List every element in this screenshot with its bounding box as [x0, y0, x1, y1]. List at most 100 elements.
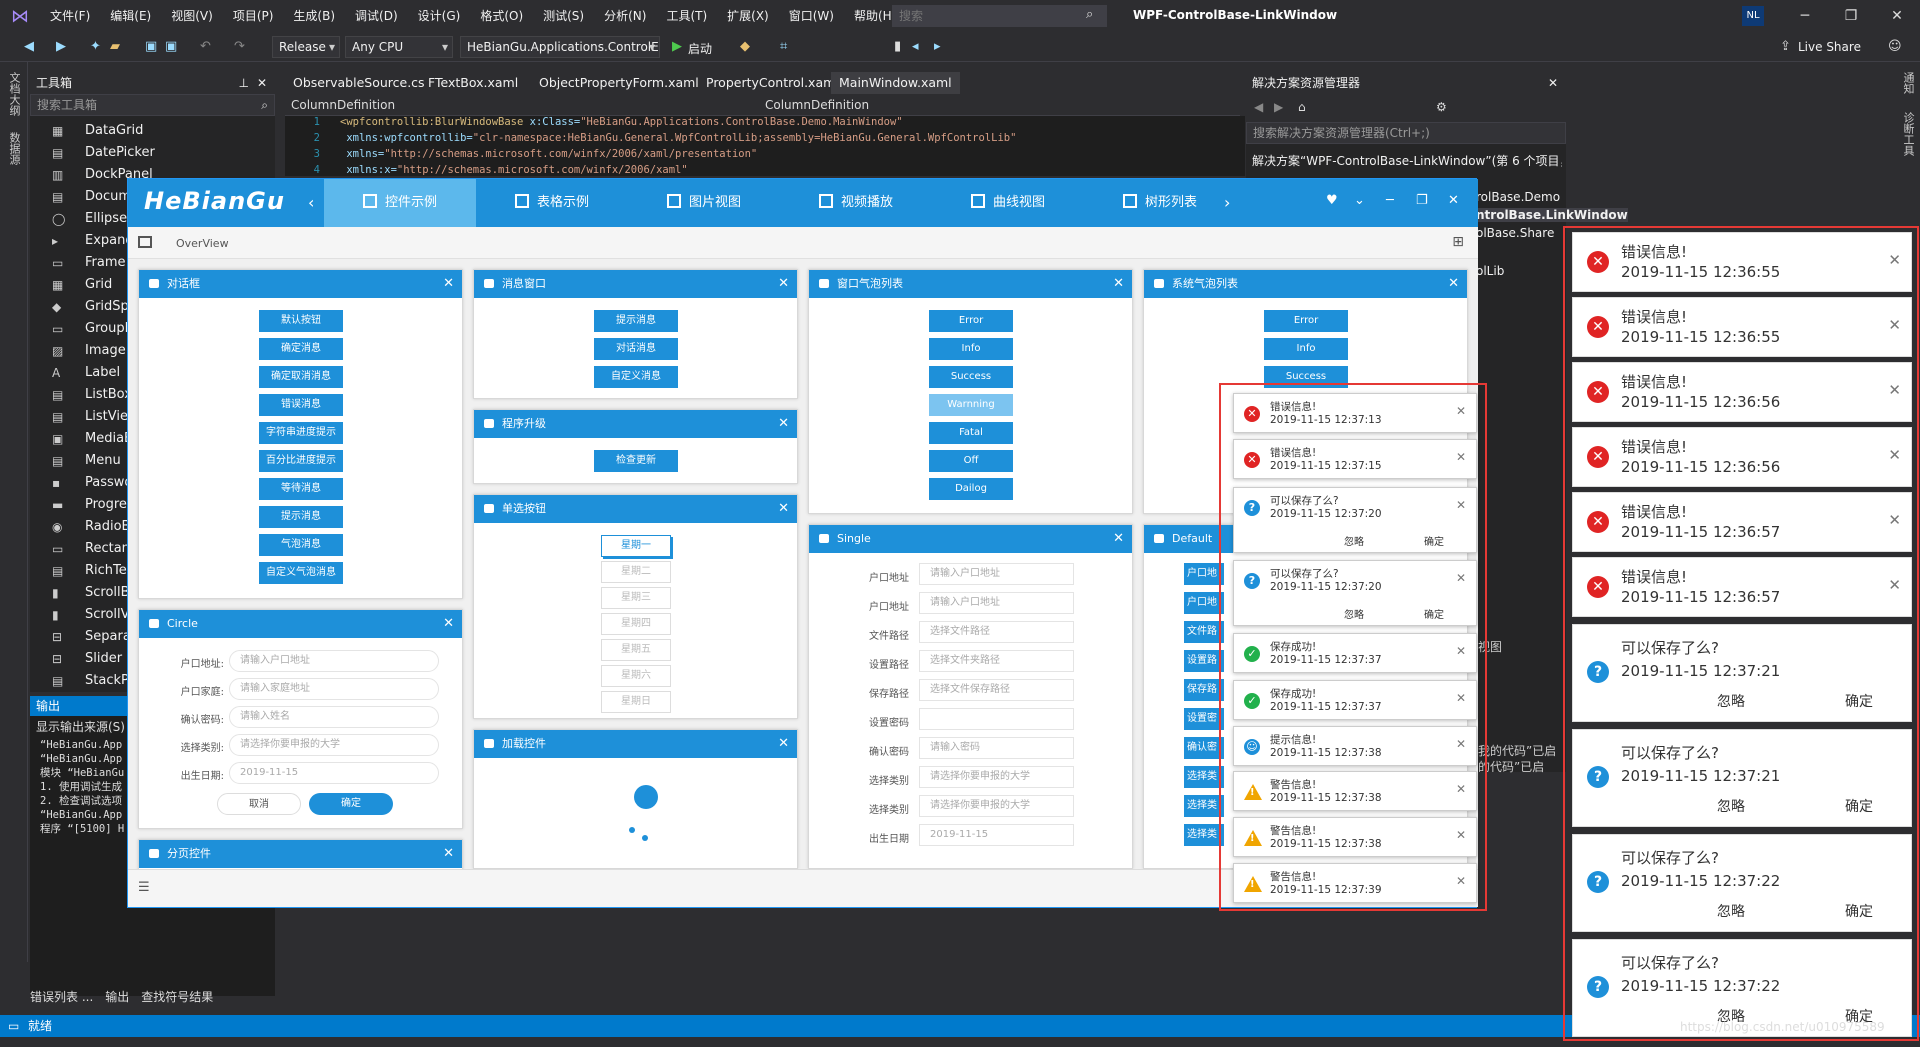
radio-option[interactable]: 星期日 [601, 691, 671, 713]
form-input[interactable]: 请输入姓名 [229, 706, 439, 728]
tab-5[interactable]: 树形列表 [1084, 179, 1236, 227]
close-icon[interactable]: ✕ [1448, 193, 1459, 208]
ok-button[interactable]: 确定 [1424, 533, 1444, 548]
form-input[interactable]: 请输入户口地址 [229, 650, 439, 672]
document-outline-tab[interactable]: 文档大纲 [6, 72, 22, 116]
close-icon[interactable]: ✕ [1888, 446, 1901, 464]
dialog-button[interactable]: 自定义气泡消息 [259, 562, 343, 584]
theme-icon[interactable]: ♥ [1326, 193, 1338, 208]
minimize-icon[interactable]: ─ [1782, 0, 1828, 32]
solution-root[interactable]: 解决方案“WPF-ControlBase-LinkWindow”(第 6 个项目… [1252, 152, 1562, 169]
vs-search-input[interactable] [892, 5, 1107, 27]
close-icon[interactable]: ✕ [1456, 782, 1466, 796]
form-input[interactable]: 选择文件保存路径 [919, 679, 1074, 701]
ignore-button[interactable]: 忽略 [1717, 691, 1745, 711]
toolbox-item[interactable]: ▤ DatePicker [30, 142, 275, 164]
cancel-button[interactable]: 取消 [217, 793, 301, 815]
project-item[interactable]: olBase.Share [1476, 226, 1554, 240]
dialog-button[interactable]: 提示消息 [259, 506, 343, 528]
close-icon[interactable]: ✕ [1456, 404, 1466, 418]
bubble-button[interactable]: Info [929, 338, 1013, 360]
editor-tab[interactable]: PropertyControl.xaml [698, 72, 847, 94]
back-icon[interactable]: ◀ [24, 39, 34, 54]
xaml-tools-icon[interactable]: ⌗ [780, 39, 787, 54]
close-icon[interactable]: ✕ [1456, 691, 1466, 705]
close-icon[interactable]: ✕ [1888, 381, 1901, 399]
tab-4[interactable]: 曲线视图 [932, 179, 1084, 227]
radio-option[interactable]: 星期三 [601, 587, 671, 609]
forward-icon[interactable]: ▶ [56, 39, 66, 54]
close-icon[interactable]: ✕ [1113, 270, 1124, 298]
tab-1[interactable]: 表格示例 [476, 179, 628, 227]
ok-button[interactable]: 确定 [1845, 691, 1873, 711]
close-icon[interactable]: ✕ [1113, 525, 1124, 553]
tab-2[interactable]: 图片视图 [628, 179, 780, 227]
tab-3[interactable]: 视频播放 [780, 179, 932, 227]
radio-option[interactable]: 星期六 [601, 665, 671, 687]
dialog-button[interactable]: 等待消息 [259, 478, 343, 500]
close-icon[interactable]: ✕ [1448, 270, 1459, 298]
close-icon[interactable]: ✕ [443, 270, 454, 298]
bookmark-next-icon[interactable]: ▸ [934, 39, 941, 54]
notifications-tab[interactable]: 通知 [1900, 72, 1916, 94]
platform-dropdown[interactable]: Any CPU [345, 36, 453, 58]
dialog-button[interactable]: 气泡消息 [259, 534, 343, 556]
bookmark-prev-icon[interactable]: ◂ [912, 39, 919, 54]
close-icon[interactable]: ✕ [1888, 576, 1901, 594]
config-dropdown[interactable]: Release [272, 36, 340, 58]
menu-item[interactable]: 视图(V) [161, 0, 223, 32]
menu-item[interactable]: 调试(D) [345, 0, 408, 32]
dialog-button[interactable]: 错误消息 [259, 394, 343, 416]
user-avatar[interactable]: NL [1742, 6, 1764, 26]
close-icon[interactable]: ✕ [1456, 450, 1466, 464]
redo-icon[interactable]: ↷ [234, 39, 245, 54]
form-input[interactable]: 请选择你要申报的大学 [229, 734, 439, 756]
minimize-icon[interactable]: ─ [1386, 193, 1394, 208]
save-all-icon[interactable]: ▣ [165, 39, 177, 54]
panel-close-icon[interactable]: ✕ [257, 72, 267, 94]
live-share-icon[interactable]: ⇪ [1780, 39, 1791, 54]
project-item-selected[interactable]: ntrolBase.LinkWindow [1476, 208, 1628, 222]
bubble-button[interactable]: Success [929, 366, 1013, 388]
menu-item[interactable]: 测试(S) [533, 0, 594, 32]
menu-icon[interactable]: ☰ [138, 880, 150, 895]
menu-item[interactable]: 文件(F) [40, 0, 100, 32]
close-icon[interactable]: ✕ [1456, 644, 1466, 658]
editor-tab[interactable]: FTextBox.xaml [420, 72, 526, 94]
undo-icon[interactable]: ↶ [200, 39, 211, 54]
project-item[interactable]: rolBase.Demo [1476, 190, 1560, 204]
system-bubble-button[interactable]: Info [1264, 338, 1348, 360]
menu-item[interactable]: 窗口(W) [779, 0, 844, 32]
data-sources-tab[interactable]: 数据源 [6, 132, 22, 165]
toolbox-search-input[interactable]: 搜索工具箱 ⌕ [30, 94, 275, 116]
start-icon[interactable]: ▶ [672, 39, 682, 54]
close-icon[interactable]: ✕ [1456, 571, 1466, 585]
editor-tab[interactable]: ObjectPropertyForm.xaml [531, 72, 707, 94]
ignore-button[interactable]: 忽略 [1344, 606, 1364, 621]
form-input[interactable]: 请输入密码 [919, 737, 1074, 759]
editor-tab[interactable]: MainWindow.xaml [831, 72, 960, 94]
confirm-button[interactable]: 确定 [309, 793, 393, 815]
radio-option[interactable]: 星期五 [601, 639, 671, 661]
startup-project-dropdown[interactable]: HeBianGu.Applications.ControlE [460, 36, 660, 58]
breadcrumb-right[interactable]: ColumnDefinition [765, 98, 869, 112]
properties-icon[interactable]: ⚙ [1436, 100, 1447, 114]
dialog-button[interactable]: 确定取消消息 [259, 366, 343, 388]
close-icon[interactable]: ✕ [1456, 737, 1466, 751]
save-icon[interactable]: ▣ [145, 39, 157, 54]
close-icon[interactable]: ✕ [1456, 828, 1466, 842]
dialog-button[interactable]: 确定消息 [259, 338, 343, 360]
menu-item[interactable]: 项目(P) [223, 0, 284, 32]
dialog-button[interactable]: 百分比进度提示 [259, 450, 343, 472]
form-input[interactable]: 请输入家庭地址 [229, 678, 439, 700]
ignore-button[interactable]: 忽略 [1717, 796, 1745, 816]
solution-search-input[interactable]: 搜索解决方案资源管理器(Ctrl+;) [1246, 122, 1566, 144]
close-icon[interactable]: ✕ [778, 495, 789, 523]
diagnostic-tools-tab[interactable]: 诊断工具 [1900, 112, 1916, 156]
menu-item[interactable]: 格式(O) [470, 0, 533, 32]
bubble-button[interactable]: Off [929, 450, 1013, 472]
start-button[interactable]: 启动 [688, 40, 712, 57]
close-icon[interactable]: ✕ [778, 730, 789, 758]
close-icon[interactable]: ✕ [443, 840, 454, 868]
form-input[interactable]: 选择文件路径 [919, 621, 1074, 643]
